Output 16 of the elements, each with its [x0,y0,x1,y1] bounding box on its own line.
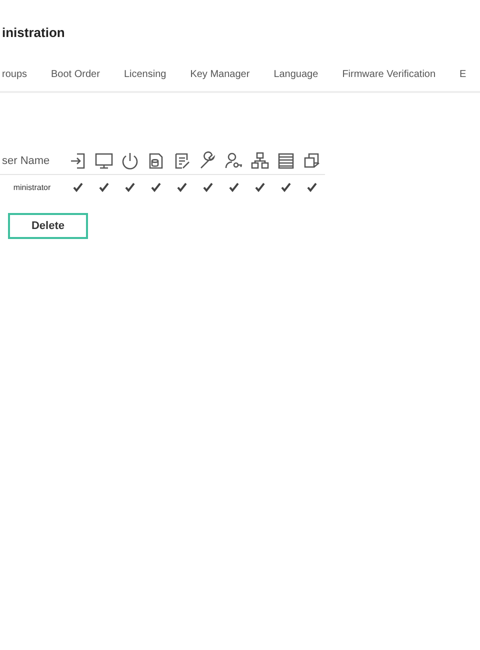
power-icon [120,151,140,171]
page-title: inistration [1,24,66,42]
column-header: ser Name [2,155,50,167]
tab[interactable]: roups [0,68,40,80]
tab[interactable]: E [448,68,466,80]
monitor-icon [94,151,114,171]
user-name: ministrator [13,182,51,192]
network-icon [250,151,270,171]
user-key-icon [224,151,244,171]
tab[interactable]: Firmware Verification [330,68,448,80]
server-icon [276,151,296,171]
delete-button[interactable]: Delete [8,213,88,239]
tab[interactable]: Boot Order [39,68,112,80]
tab[interactable]: Licensing [112,68,178,80]
tab[interactable]: Key Manager [178,68,262,80]
tab[interactable]: Language [262,68,330,80]
